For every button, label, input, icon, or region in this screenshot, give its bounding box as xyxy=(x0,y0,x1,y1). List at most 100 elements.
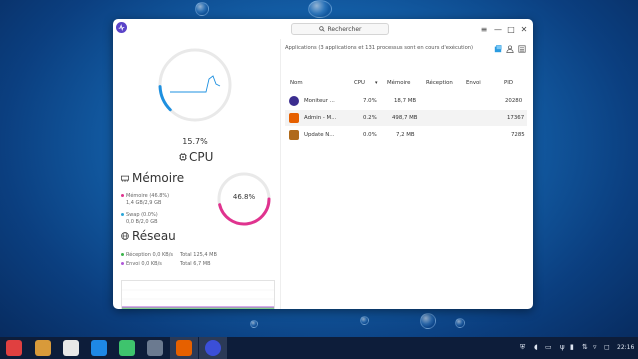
cpu-gauge xyxy=(158,48,232,122)
network-title: Réseau xyxy=(132,229,176,243)
sort-chevron-icon: ▾ xyxy=(375,80,378,86)
sound-icon[interactable]: ◖ xyxy=(534,343,538,351)
package-icon xyxy=(289,130,299,140)
wallpaper-bubble xyxy=(250,320,258,328)
minimize-button[interactable]: — xyxy=(493,23,503,35)
network-send-stat: Envoi 0,0 KB/s xyxy=(121,261,162,268)
send-label: Envoi 0,0 KB/s xyxy=(126,261,162,267)
app-view-button[interactable] xyxy=(493,44,502,53)
app-logo-icon xyxy=(116,22,127,33)
network-recv-stat: Réception 0,0 KB/s xyxy=(121,252,173,259)
process-pid: 17367 xyxy=(507,115,525,121)
process-cpu: 7.0% xyxy=(363,98,377,104)
table-row[interactable]: Update N... 0.0% 7,2 MB 7285 xyxy=(285,127,527,143)
memory-detail: 1,4 GB/2,9 GB xyxy=(126,200,162,206)
memory-usage-stat: Mémoire (46.8%) 1,4 GB/2,9 GB xyxy=(121,193,169,207)
process-view-button[interactable] xyxy=(517,44,526,53)
cpu-section-title: CPU xyxy=(179,150,213,164)
system-monitor-icon[interactable] xyxy=(205,340,221,356)
process-pid: 7285 xyxy=(511,132,525,138)
taskbar: ⛨ ◖ ▭ ψ ▮ ⇅ ▿ ◻ 22:16 xyxy=(0,337,638,359)
cpu-history-line xyxy=(170,75,221,93)
app-window-icon xyxy=(494,44,501,52)
col-cpu[interactable]: CPU xyxy=(354,80,365,86)
system-monitor-window: Rechercher ≡ — □ ✕ 15.7% CPU Mémoire Mém… xyxy=(113,19,533,309)
memory-title: Mémoire xyxy=(132,171,185,185)
close-button[interactable]: ✕ xyxy=(519,23,529,35)
process-pid: 20280 xyxy=(505,98,523,104)
memory-icon xyxy=(121,175,129,182)
process-memory: 7,2 MB xyxy=(396,132,415,138)
col-send[interactable]: Envoi xyxy=(466,80,481,86)
firefox-icon xyxy=(289,113,299,123)
launcher-icon[interactable] xyxy=(6,340,22,356)
battery-icon[interactable]: ▮ xyxy=(570,343,574,351)
process-panel: Applications (3 applications et 131 proc… xyxy=(281,39,533,309)
process-memory: 498,7 MB xyxy=(392,115,418,121)
files-icon[interactable] xyxy=(35,340,51,356)
swap-label: Swap (0.0%) xyxy=(126,212,158,218)
col-memory[interactable]: Mémoire xyxy=(387,80,410,86)
user-view-button[interactable] xyxy=(505,44,514,53)
cpu-label: CPU xyxy=(189,150,214,164)
memory-legend-dot xyxy=(121,194,124,197)
process-memory: 18,7 MB xyxy=(394,98,417,104)
keyboard-icon[interactable]: ▭ xyxy=(545,343,552,351)
memory-usage-arc xyxy=(218,197,271,226)
wallpaper-bubble xyxy=(420,313,436,329)
shield-icon[interactable]: ⛨ xyxy=(520,343,525,352)
titlebar: Rechercher ≡ — □ ✕ xyxy=(113,19,533,39)
settings-icon[interactable] xyxy=(147,340,163,356)
search-placeholder: Rechercher xyxy=(327,25,362,33)
wallpaper-bubble xyxy=(455,318,465,328)
col-pid[interactable]: PID xyxy=(504,80,513,86)
network-recv-total: Total 125,4 MB xyxy=(180,252,217,258)
recv-legend-dot xyxy=(121,253,124,256)
memory-section-title: Mémoire xyxy=(121,171,184,185)
usb-icon[interactable]: ψ xyxy=(560,343,565,351)
overview-panel: 15.7% CPU Mémoire Mémoire (46.8%) 1,4 GB… xyxy=(113,39,277,309)
memory-label: Mémoire (46.8%) xyxy=(126,193,170,199)
table-row[interactable]: Admin - M... 0.2% 498,7 MB 17367 xyxy=(285,110,527,126)
table-row[interactable]: Moniteur ... 7.0% 18,7 MB 20280 xyxy=(285,93,527,109)
process-cpu: 0.0% xyxy=(363,132,377,138)
wifi-icon[interactable]: ▿ xyxy=(593,343,597,351)
wallpaper-bubble xyxy=(360,316,369,325)
cpu-usage-arc xyxy=(158,85,172,112)
network-graph xyxy=(121,280,275,309)
search-icon xyxy=(318,26,325,32)
text-editor-icon[interactable] xyxy=(63,340,79,356)
process-table-header: Nom CPU ▾ Mémoire Réception Envoi PID xyxy=(285,77,527,89)
cpu-chip-icon xyxy=(179,153,187,161)
search-input[interactable]: Rechercher xyxy=(291,23,389,35)
firefox-icon[interactable] xyxy=(176,340,192,356)
process-list-icon xyxy=(517,44,526,53)
wallpaper-bubble xyxy=(195,2,209,16)
menu-button[interactable]: ≡ xyxy=(479,23,489,35)
recv-label: Réception 0,0 KB/s xyxy=(126,252,174,258)
network-send-total: Total 6,7 MB xyxy=(180,261,211,267)
clock[interactable]: 22:16 xyxy=(617,344,634,351)
process-name: Moniteur ... xyxy=(304,98,335,104)
cpu-percent: 15.7% xyxy=(182,137,208,146)
store-icon[interactable] xyxy=(91,340,107,356)
wallpaper-bubble xyxy=(308,0,332,18)
swap-usage-stat: Swap (0.0%) 0,0 B/2,0 GB xyxy=(121,212,158,226)
notification-icon[interactable]: ◻ xyxy=(604,343,610,351)
col-name[interactable]: Nom xyxy=(290,80,303,86)
user-icon xyxy=(505,44,514,53)
terminal-icon[interactable] xyxy=(119,340,135,356)
process-cpu: 0.2% xyxy=(363,115,377,121)
system-monitor-icon xyxy=(289,96,299,106)
maximize-button[interactable]: □ xyxy=(506,23,516,35)
process-name: Admin - M... xyxy=(304,115,337,121)
col-recv[interactable]: Réception xyxy=(426,80,453,86)
swap-detail: 0,0 B/2,0 GB xyxy=(126,219,158,225)
network-icon[interactable]: ⇅ xyxy=(582,343,588,351)
memory-percent: 46.8% xyxy=(232,193,256,201)
process-name: Update N... xyxy=(304,132,335,138)
swap-legend-dot xyxy=(121,213,124,216)
apps-summary: Applications (3 applications et 131 proc… xyxy=(285,45,474,51)
send-legend-dot xyxy=(121,262,124,265)
network-section-title: Réseau xyxy=(121,229,176,243)
